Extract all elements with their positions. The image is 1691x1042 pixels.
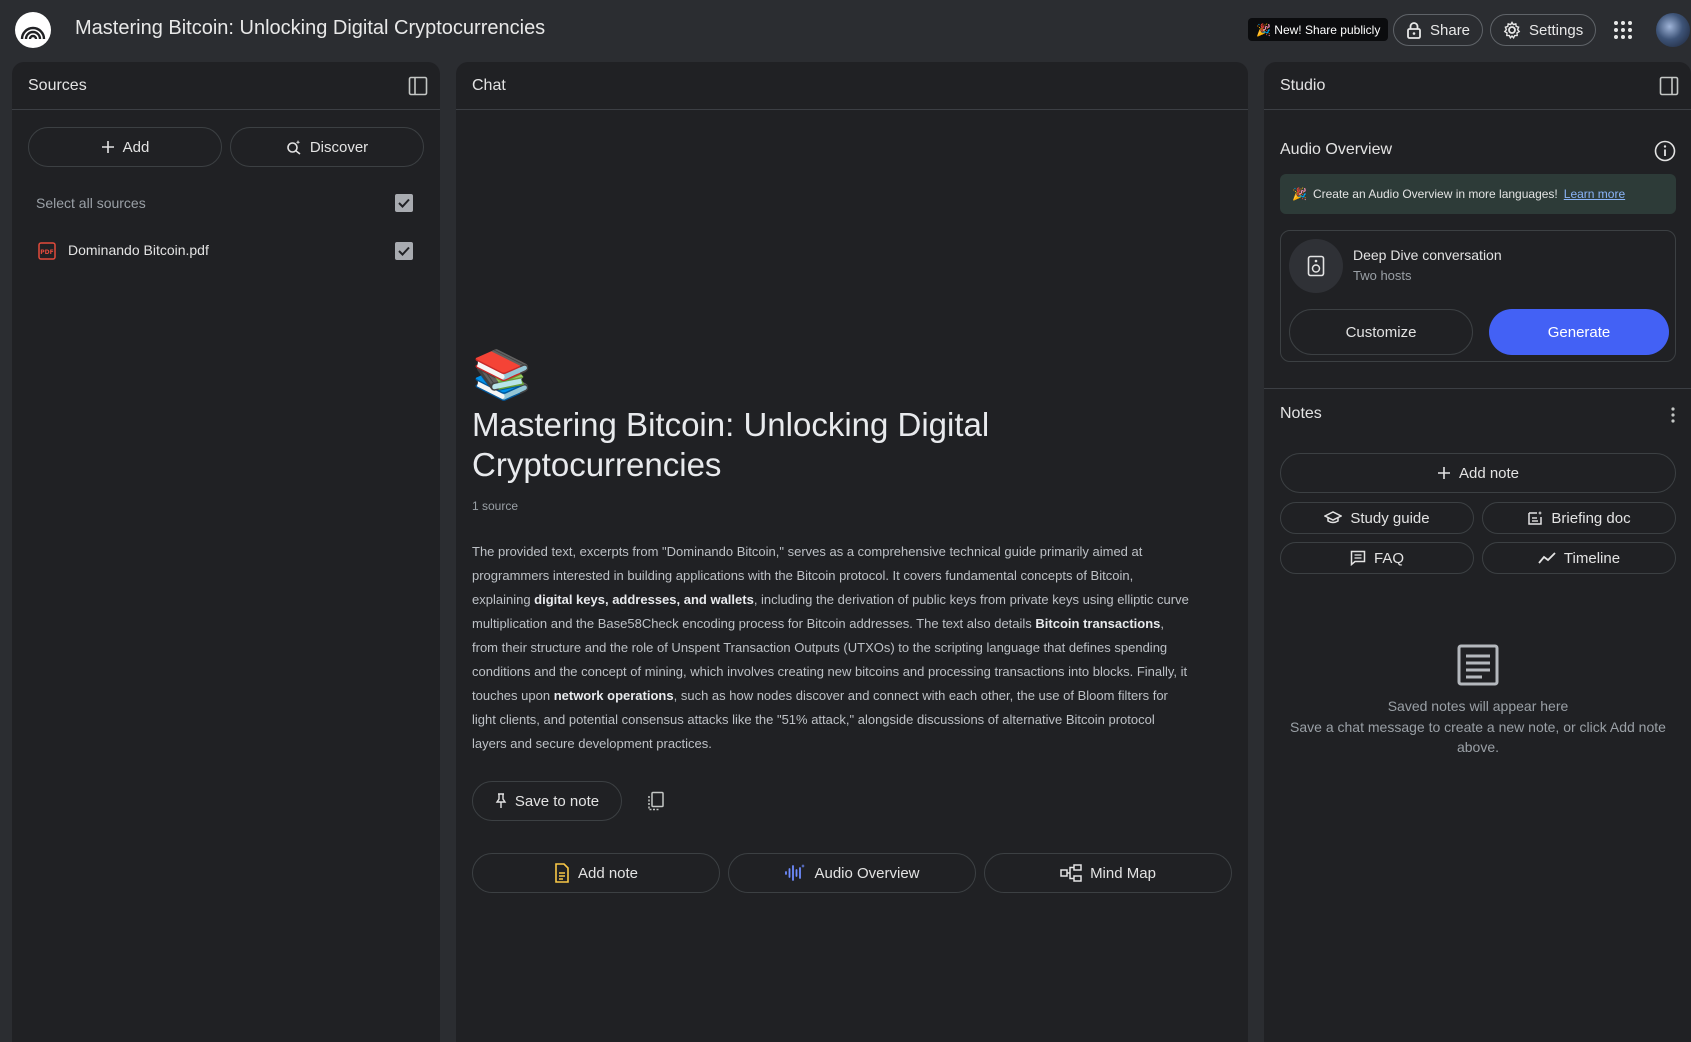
add-note-label: Add note [577, 864, 639, 882]
add-note-studio-label: Add note [1458, 464, 1520, 482]
info-icon[interactable] [1654, 140, 1676, 162]
lock-icon [1406, 21, 1422, 39]
notebooklm-logo-icon[interactable] [15, 12, 51, 48]
share-publicly-badge[interactable]: 🎉 New! Share publicly [1248, 18, 1389, 41]
empty-notes-title: Saved notes will appear here [1387, 698, 1569, 714]
chat-header: Chat [456, 62, 1248, 110]
briefing-doc-icon [1527, 510, 1543, 526]
plus-icon [1437, 466, 1451, 480]
top-bar: Mastering Bitcoin: Unlocking Digital Cry… [0, 0, 1691, 60]
more-vert-icon[interactable] [1670, 406, 1676, 424]
customize-button[interactable]: Customize [1289, 309, 1473, 355]
discover-label: Discover [309, 138, 369, 156]
pin-icon [495, 793, 507, 809]
notes-title: Notes [1280, 405, 1322, 422]
learn-more-link[interactable]: Learn more [1564, 187, 1625, 201]
avatar[interactable] [1656, 13, 1690, 47]
notebook-summary: The provided text, excerpts from "Domina… [472, 540, 1192, 756]
party-emoji-icon: 🎉 [1292, 187, 1307, 201]
save-to-note-label: Save to note [514, 792, 600, 810]
mind-map-button[interactable]: Mind Map [984, 853, 1232, 893]
briefing-doc-button[interactable]: Briefing doc [1482, 502, 1676, 534]
audio-overview-title: Audio Overview [1280, 141, 1393, 158]
deep-dive-card: Deep Dive conversation Two hosts Customi… [1280, 230, 1676, 362]
share-label: Share [1430, 21, 1471, 39]
save-to-note-button[interactable]: Save to note [472, 781, 622, 821]
languages-banner: 🎉 Create an Audio Overview in more langu… [1280, 174, 1676, 214]
studio-title: Studio [1280, 76, 1326, 94]
plus-icon [101, 140, 115, 154]
discover-search-icon [286, 139, 302, 155]
sources-title: Sources [28, 76, 87, 94]
add-note-button[interactable]: Add note [472, 853, 720, 893]
faq-chat-icon [1350, 550, 1366, 566]
audio-overview-label: Audio Overview [814, 864, 920, 882]
timeline-button[interactable]: Timeline [1482, 542, 1676, 574]
settings-label: Settings [1529, 21, 1584, 39]
note-doc-icon [554, 863, 570, 883]
divider [1264, 388, 1691, 389]
speaker-icon [1289, 239, 1343, 293]
gear-icon [1503, 21, 1521, 39]
mind-map-label: Mind Map [1090, 864, 1156, 882]
notebook-title[interactable]: Mastering Bitcoin: Unlocking Digital Cry… [75, 17, 545, 40]
summary-bold: Bitcoin transactions [1035, 616, 1161, 631]
sources-header: Sources [12, 62, 440, 110]
svg-text:PDF: PDF [40, 249, 53, 256]
pdf-icon: PDF [38, 242, 56, 260]
summary-bold: digital keys, addresses, and wallets [534, 592, 754, 607]
banner-text: Create an Audio Overview in more languag… [1312, 187, 1558, 201]
mind-map-icon [1060, 864, 1082, 882]
generate-label: Generate [1547, 323, 1611, 341]
studio-header: Studio [1264, 62, 1691, 110]
empty-notes-description: Save a chat message to create a new note… [1290, 719, 1666, 755]
chat-title: Chat [472, 76, 506, 94]
study-guide-button[interactable]: Study guide [1280, 502, 1474, 534]
briefing-doc-label: Briefing doc [1551, 509, 1631, 527]
faq-button[interactable]: FAQ [1280, 542, 1474, 574]
select-all-label: Select all sources [36, 195, 146, 211]
discover-button[interactable]: Discover [230, 127, 424, 167]
generate-button[interactable]: Generate [1489, 309, 1669, 355]
summary-bold: network operations [553, 688, 674, 703]
add-note-studio-button[interactable]: Add note [1280, 453, 1676, 493]
settings-button[interactable]: Settings [1490, 14, 1597, 46]
deep-dive-subtitle: Two hosts [1353, 268, 1412, 283]
select-all-checkbox[interactable] [395, 194, 413, 212]
timeline-label: Timeline [1563, 549, 1621, 567]
add-source-label: Add [122, 138, 150, 156]
collapse-panel-icon[interactable] [408, 76, 428, 96]
copy-icon[interactable] [646, 791, 666, 811]
faq-label: FAQ [1373, 549, 1404, 567]
books-emoji-icon: 📚 [472, 349, 532, 402]
add-source-button[interactable]: Add [28, 127, 222, 167]
source-name: Dominando Bitcoin.pdf [68, 242, 209, 258]
chat-panel: Chat 📚 Mastering Bitcoin: Unlocking Digi… [456, 62, 1248, 1042]
customize-label: Customize [1345, 323, 1417, 341]
timeline-trend-icon [1538, 552, 1556, 564]
study-guide-label: Study guide [1350, 509, 1430, 527]
graduation-cap-icon [1324, 511, 1343, 525]
audio-wave-icon [784, 863, 806, 883]
apps-grid-icon[interactable] [1613, 20, 1633, 40]
source-checkbox[interactable] [395, 242, 413, 260]
deep-dive-title: Deep Dive conversation [1353, 247, 1502, 263]
audio-overview-button[interactable]: Audio Overview [728, 853, 976, 893]
sources-panel: Sources Add Discover Select all sources … [12, 62, 440, 1042]
share-button[interactable]: Share [1393, 14, 1484, 46]
collapse-panel-icon[interactable] [1659, 76, 1679, 96]
source-count: 1 source [472, 499, 519, 513]
notes-placeholder-icon [1457, 644, 1499, 686]
notebook-heading: Mastering Bitcoin: Unlocking Digital Cry… [472, 406, 990, 483]
studio-panel: Studio Audio Overview 🎉 Create an Audio … [1264, 62, 1691, 1042]
